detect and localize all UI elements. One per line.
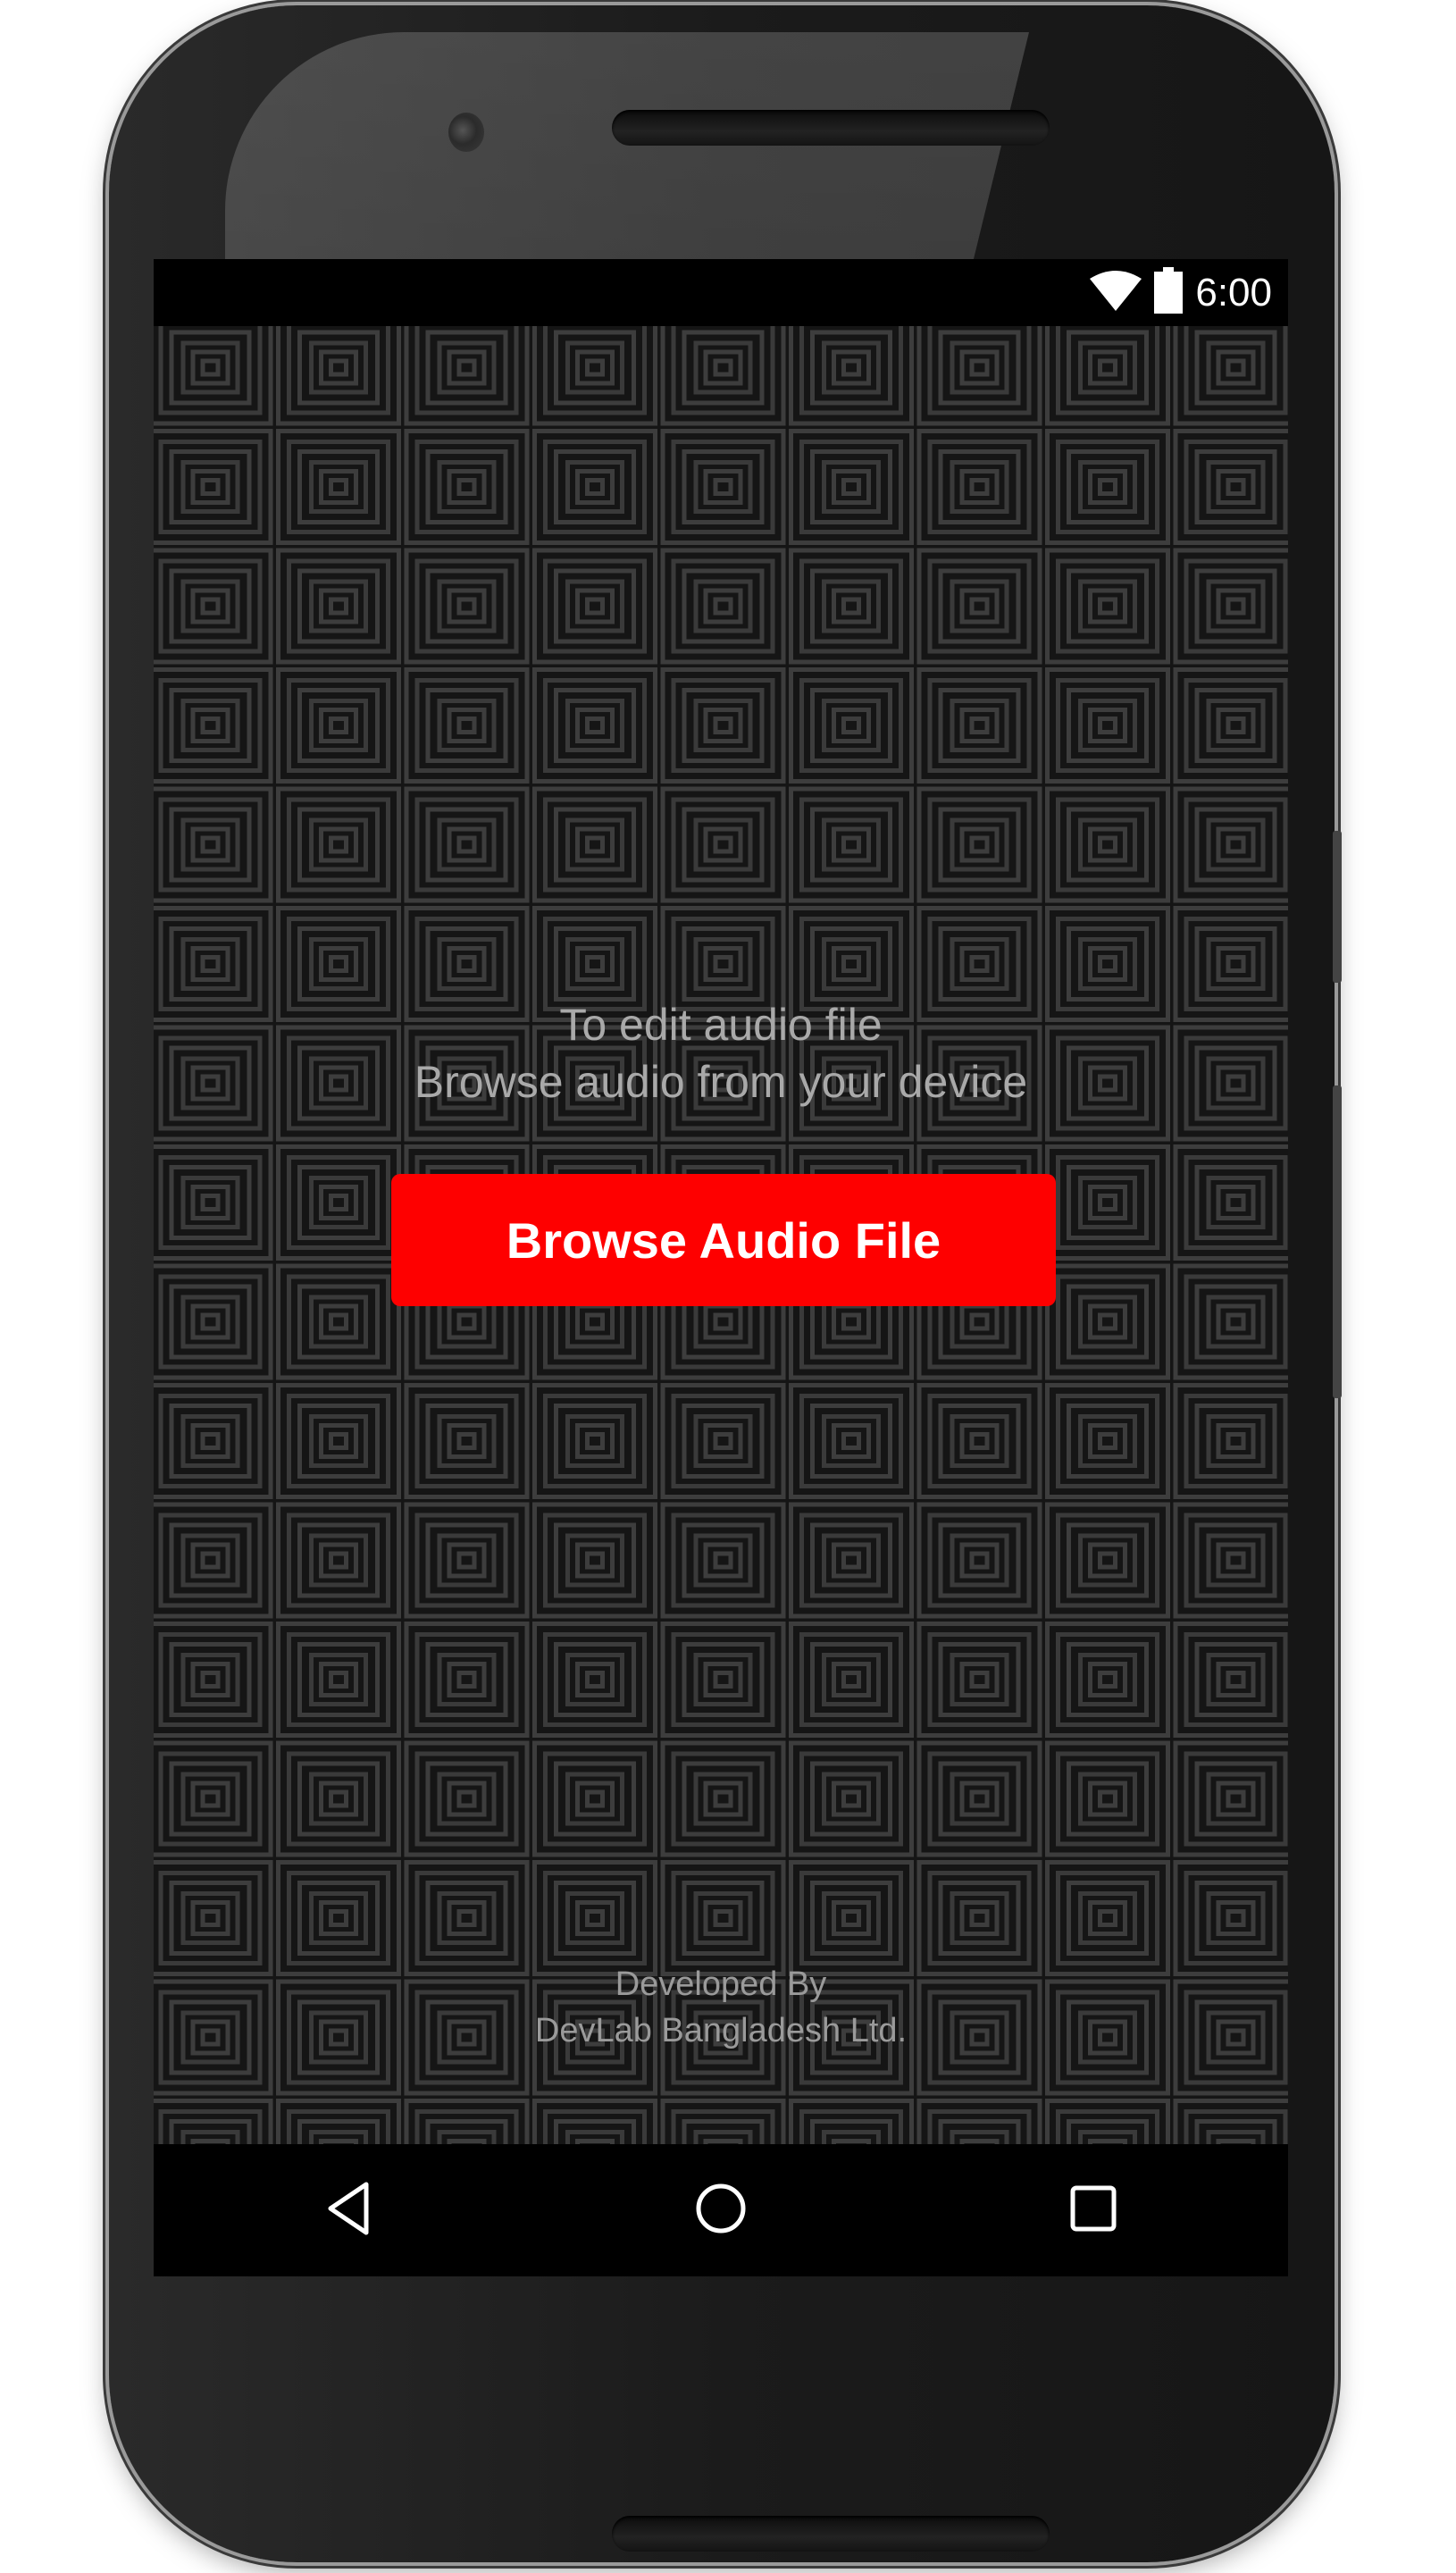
home-icon	[694, 2182, 748, 2240]
back-button[interactable]	[314, 2175, 386, 2246]
instruction-line-1: To edit audio file	[559, 1000, 883, 1050]
device-screen: 6:00 To edit audio file Browse audio fro…	[154, 259, 1288, 2276]
status-clock: 6:00	[1195, 270, 1272, 314]
navigation-bar	[154, 2144, 1288, 2276]
bottom-speaker	[612, 2516, 1050, 2552]
browse-audio-file-button[interactable]: Browse Audio File	[391, 1174, 1056, 1306]
recents-icon	[1069, 2184, 1117, 2237]
back-icon	[325, 2181, 375, 2241]
wifi-icon	[1090, 270, 1142, 315]
developer-credit-name: DevLab Bangladesh Ltd.	[534, 2012, 908, 2049]
power-button	[1333, 831, 1342, 983]
recents-button[interactable]	[1058, 2175, 1129, 2246]
status-bar: 6:00	[154, 259, 1288, 326]
app-content: To edit audio file Browse audio from you…	[154, 326, 1288, 2144]
instruction-line-2: Browse audio from your device	[414, 1057, 1028, 1107]
volume-button	[1333, 1085, 1342, 1398]
home-button[interactable]	[685, 2175, 757, 2246]
battery-icon	[1154, 267, 1184, 318]
top-speaker	[612, 110, 1050, 146]
developer-credit-label: Developed By	[615, 1965, 827, 2003]
front-camera	[448, 113, 484, 152]
